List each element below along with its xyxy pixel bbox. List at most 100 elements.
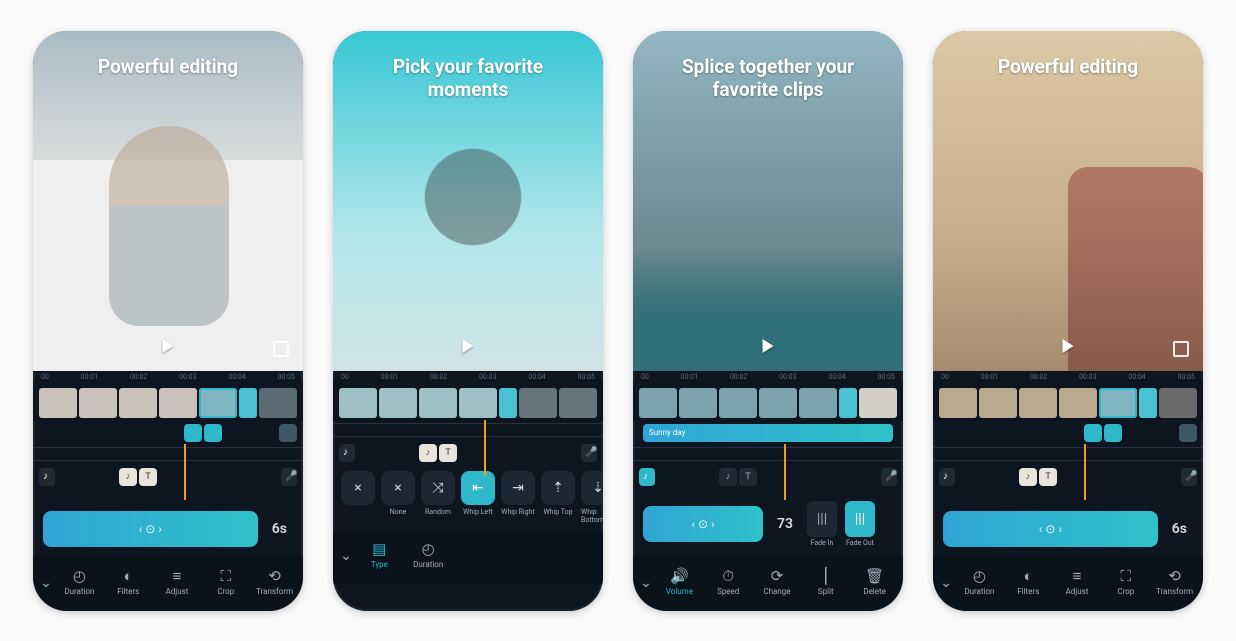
video-preview[interactable]: Powerful editing	[933, 31, 1203, 371]
music-track-icon[interactable]: ♪	[39, 468, 55, 486]
music-track-icon[interactable]: ♪	[939, 468, 955, 486]
text-clip[interactable]: ♪T	[119, 468, 157, 486]
screenshot-2: Pick your favorite moments 0000:0100:020…	[333, 31, 603, 611]
transition-whip-bottom[interactable]: ⇣Whip Bottom	[581, 471, 603, 524]
tool-split[interactable]: ⎮Split	[801, 569, 850, 596]
duration-value: 6s	[1172, 521, 1187, 537]
tool-volume[interactable]: 🔊Volume	[655, 569, 704, 596]
volume-row: ‹ ⊙ › 73 |||Fade In |||Fade Out	[633, 491, 903, 557]
music-track-icon[interactable]: ♪	[339, 444, 355, 462]
headline: Powerful editing	[80, 55, 256, 79]
duration-slider-row: ‹ ⊙ › 6s	[933, 501, 1203, 557]
mic-track-icon[interactable]: 🎤	[281, 468, 297, 486]
audio-clip-label[interactable]: Sunny day	[643, 424, 893, 442]
screenshot-1: Powerful editing 0000:0100:0200:0300:040…	[33, 31, 303, 611]
duration-slider[interactable]: ‹ ⊙ ›	[943, 511, 1158, 547]
clip-timeline[interactable]	[333, 381, 603, 421]
tool-filters[interactable]: ◐Filters	[104, 569, 153, 596]
mic-track-icon[interactable]: 🎤	[1181, 468, 1197, 486]
selected-clip	[1099, 388, 1137, 418]
duration-slider[interactable]: ‹ ⊙ ›	[43, 511, 258, 547]
transition-close[interactable]: ×	[341, 471, 375, 505]
clip-timeline[interactable]	[33, 381, 303, 421]
tool-speed[interactable]: ⏱Speed	[704, 569, 753, 596]
transition-random[interactable]: ⤨Random	[421, 471, 455, 516]
fade-in-toggle[interactable]: |||Fade In	[807, 501, 837, 547]
chevron-down-icon[interactable]: ⌄	[937, 575, 955, 591]
tool-change[interactable]: ⟳Change	[753, 569, 802, 596]
tool-crop[interactable]: ⛶Crop	[1101, 569, 1150, 596]
track-tools: ♪ ♪T 🎤	[633, 465, 903, 489]
overlay-markers[interactable]	[1084, 424, 1122, 442]
clip-timeline[interactable]	[933, 381, 1203, 421]
tool-filters[interactable]: ◐Filters	[1004, 569, 1053, 596]
timecodes: 0000:0100:0200:0300:0400:05	[633, 371, 903, 381]
headline: Powerful editing	[980, 55, 1156, 79]
playhead-ruler[interactable]	[633, 447, 903, 461]
bottom-toolbar: ⌄ ◴Duration ◐Filters ≡Adjust ⛶Crop ⟲Tran…	[933, 557, 1203, 611]
clip-timeline[interactable]	[633, 381, 903, 421]
playhead-ruler[interactable]	[33, 447, 303, 461]
transition-none[interactable]: ×None	[381, 471, 415, 516]
transition-whip-left[interactable]: ⇤Whip Left	[461, 471, 495, 516]
play-icon[interactable]	[463, 339, 474, 353]
tool-adjust[interactable]: ≡Adjust	[153, 569, 202, 596]
timecodes: 0000:0100:0200:0300:0400:05	[933, 371, 1203, 381]
timecodes: 0000:0100:0200:0300:0400:05	[33, 371, 303, 381]
tool-duration[interactable]: ◴Duration	[955, 569, 1004, 596]
tool-transform[interactable]: ⟲Transform	[1150, 569, 1199, 596]
headline: Splice together your favorite clips	[633, 55, 903, 103]
bottom-toolbar: ⌄ 🔊Volume ⏱Speed ⟳Change ⎮Split 🗑Delete	[633, 557, 903, 611]
text-clip[interactable]: ♪T	[1019, 468, 1057, 486]
duration-value: 6s	[272, 521, 287, 537]
tool-type[interactable]: ▤Type	[355, 542, 404, 569]
video-preview[interactable]: Pick your favorite moments	[333, 31, 603, 371]
tool-adjust[interactable]: ≡Adjust	[1053, 569, 1102, 596]
music-track-icon[interactable]: ♪	[639, 468, 655, 486]
fullscreen-icon[interactable]	[1173, 341, 1189, 357]
overlay-track[interactable]	[33, 421, 303, 445]
fade-out-toggle[interactable]: |||Fade Out	[845, 501, 875, 547]
play-icon[interactable]	[163, 339, 174, 353]
video-preview[interactable]: Powerful editing	[33, 31, 303, 371]
transition-marker	[839, 388, 857, 418]
chevron-down-icon[interactable]: ⌄	[637, 575, 655, 591]
tool-duration[interactable]: ◴Duration	[404, 542, 453, 569]
transition-marker	[1139, 388, 1157, 418]
mic-track-icon[interactable]: 🎤	[881, 468, 897, 486]
transition-marker-selected	[499, 388, 517, 418]
tool-duration[interactable]: ◴Duration	[55, 569, 104, 596]
track-tools: ♪ ♪T 🎤	[933, 465, 1203, 489]
playhead-ruler[interactable]	[333, 423, 603, 437]
timecodes: 0000:0100:0200:0300:0400:05	[333, 371, 603, 381]
text-clip[interactable]: ♪T	[719, 468, 757, 486]
mic-track-icon[interactable]: 🎤	[581, 444, 597, 462]
bottom-toolbar: ⌄ ◴Duration ◐Filters ≡Adjust ⛶Crop ⟲Tran…	[33, 557, 303, 611]
bottom-toolbar: ⌄ ▤Type ◴Duration	[333, 530, 603, 584]
chevron-down-icon[interactable]: ⌄	[337, 548, 355, 564]
track-tools: ♪ ♪T 🎤	[333, 441, 603, 465]
tool-delete[interactable]: 🗑Delete	[850, 569, 899, 596]
screenshot-4: Powerful editing 0000:0100:0200:0300:040…	[933, 31, 1203, 611]
playhead-ruler[interactable]	[933, 447, 1203, 461]
overlay-markers[interactable]	[184, 424, 222, 442]
tool-transform[interactable]: ⟲Transform	[250, 569, 299, 596]
transition-marker	[239, 388, 257, 418]
volume-slider[interactable]: ‹ ⊙ ›	[643, 506, 763, 542]
video-preview[interactable]: Splice together your favorite clips	[633, 31, 903, 371]
chevron-down-icon[interactable]: ⌄	[37, 575, 55, 591]
screenshot-3: Splice together your favorite clips 0000…	[633, 31, 903, 611]
transition-whip-top[interactable]: ⇡Whip Top	[541, 471, 575, 516]
transition-picker: × ×None ⤨Random ⇤Whip Left ⇥Whip Right ⇡…	[333, 465, 603, 530]
play-icon[interactable]	[763, 339, 774, 353]
headline: Pick your favorite moments	[333, 55, 603, 103]
volume-value: 73	[777, 516, 793, 532]
tool-crop[interactable]: ⛶Crop	[201, 569, 250, 596]
text-clip[interactable]: ♪T	[419, 444, 457, 462]
play-icon[interactable]	[1063, 339, 1074, 353]
audio-clip-row: Sunny day	[633, 421, 903, 445]
duration-slider-row: ‹ ⊙ › 6s	[33, 501, 303, 557]
fullscreen-icon[interactable]	[273, 341, 289, 357]
transition-whip-right[interactable]: ⇥Whip Right	[501, 471, 535, 516]
overlay-track[interactable]	[933, 421, 1203, 445]
